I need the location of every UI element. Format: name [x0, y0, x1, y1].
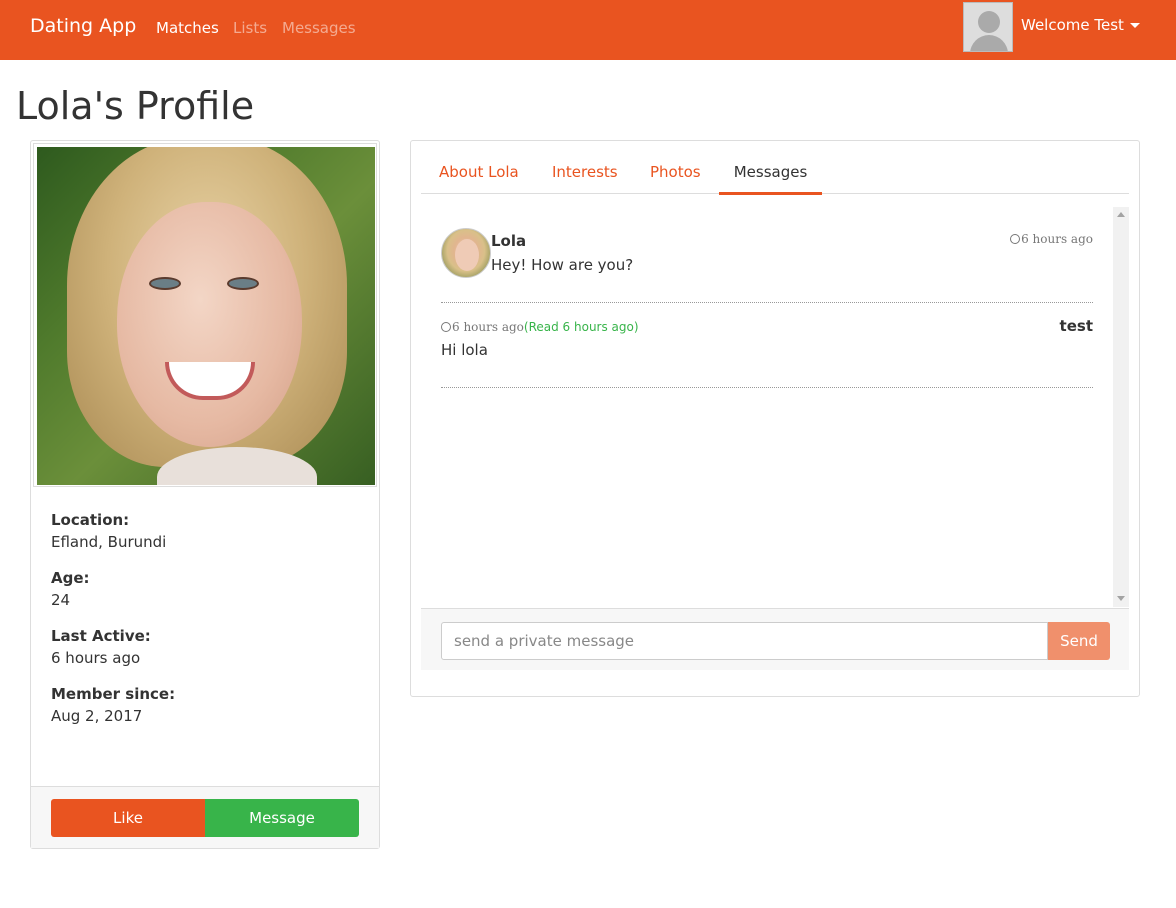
message-button[interactable]: Message [205, 799, 359, 837]
profile-tabs: About Lola Interests Photos Messages [421, 153, 1129, 195]
like-button[interactable]: Like [51, 799, 205, 837]
message-item: Lola Hey! How are you? 6 hours ago [441, 228, 1093, 303]
send-button[interactable]: Send [1048, 622, 1110, 660]
clock-icon [441, 322, 451, 332]
tab-photos[interactable]: Photos [650, 153, 701, 194]
profile-info: Location: Efland, Burundi Age: 24 Last A… [51, 511, 175, 743]
tab-interests[interactable]: Interests [552, 153, 618, 194]
message-time-text: 6 hours ago [452, 320, 524, 334]
message-sender: test [1059, 317, 1093, 335]
last-active-label: Last Active: [51, 627, 151, 645]
caret-down-icon[interactable] [1130, 23, 1140, 28]
brand-link[interactable]: Dating App [30, 15, 136, 37]
age-value: 24 [51, 591, 71, 609]
message-scrollbar[interactable] [1113, 207, 1129, 607]
member-since-value: Aug 2, 2017 [51, 707, 143, 725]
nav-link-matches[interactable]: Matches [156, 19, 219, 37]
message-thread[interactable]: Lola Hey! How are you? 6 hours ago 6 hou… [421, 207, 1129, 607]
message-item: 6 hours ago(Read 6 hours ago) test Hi lo… [441, 303, 1093, 388]
last-active-value: 6 hours ago [51, 649, 141, 667]
message-composer: Send [421, 608, 1129, 670]
sender-avatar [441, 228, 491, 278]
user-menu-toggle[interactable]: Welcome Test [1021, 16, 1124, 34]
message-input[interactable] [441, 622, 1048, 660]
nav-link-messages[interactable]: Messages [282, 19, 356, 37]
profile-card: Location: Efland, Burundi Age: 24 Last A… [30, 140, 380, 849]
page-title: Lola's Profile [16, 84, 255, 128]
read-status: (Read 6 hours ago) [523, 320, 639, 334]
user-avatar-icon[interactable] [963, 2, 1013, 52]
tabs-panel: About Lola Interests Photos Messages Lol… [410, 140, 1140, 697]
profile-card-footer: Like Message [31, 786, 379, 848]
message-text: Hi lola [441, 341, 488, 359]
location-value: Efland, Burundi [51, 533, 167, 551]
location-label: Location: [51, 511, 130, 529]
profile-photo-frame [33, 143, 377, 487]
age-label: Age: [51, 569, 90, 587]
message-time: 6 hours ago(Read 6 hours ago) [441, 320, 639, 334]
message-time: 6 hours ago [1010, 232, 1093, 246]
message-text: Hey! How are you? [491, 256, 634, 274]
tab-messages[interactable]: Messages [719, 153, 822, 195]
scroll-up-icon[interactable] [1117, 212, 1125, 217]
scroll-down-icon[interactable] [1117, 596, 1125, 601]
navbar: Dating App Matches Lists Messages Welcom… [0, 0, 1176, 60]
member-since-label: Member since: [51, 685, 176, 703]
clock-icon [1010, 234, 1021, 244]
tab-about[interactable]: About Lola [439, 153, 519, 194]
message-time-text: 6 hours ago [1021, 232, 1093, 246]
nav-link-lists[interactable]: Lists [233, 19, 267, 37]
profile-photo [37, 147, 375, 485]
message-sender: Lola [491, 232, 527, 250]
